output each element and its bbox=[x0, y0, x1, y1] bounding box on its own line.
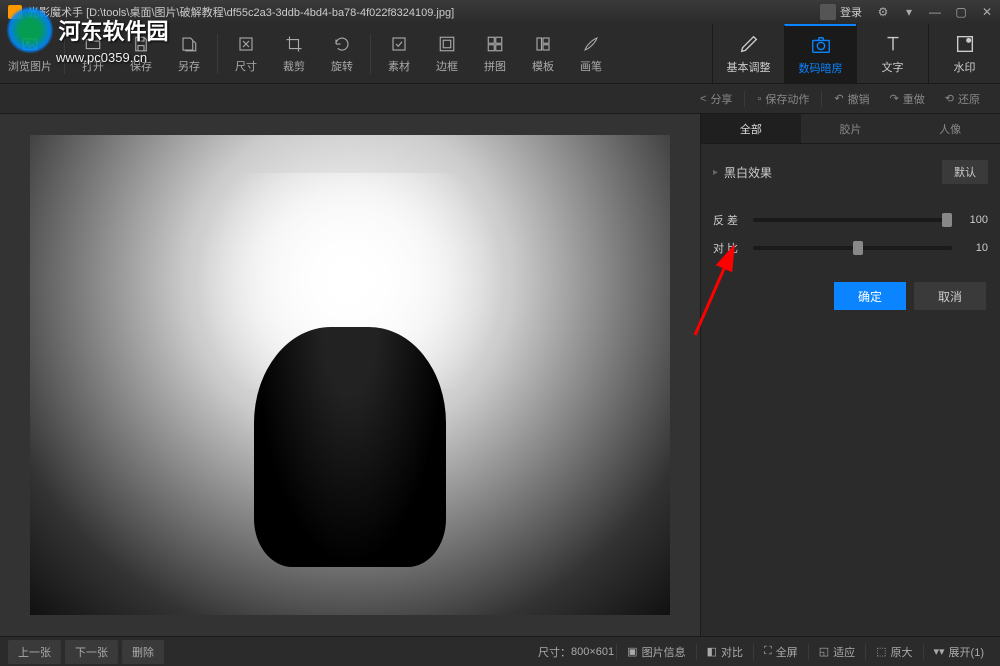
filter-tab-film[interactable]: 胶片 bbox=[801, 114, 901, 143]
size-button[interactable]: 尺寸 bbox=[222, 26, 270, 82]
brush-button[interactable]: 画笔 bbox=[567, 26, 615, 82]
expand-button[interactable]: ▾▾ 展开(1) bbox=[926, 644, 993, 660]
restore-button[interactable]: ⟲ 还原 bbox=[935, 91, 990, 107]
resize-icon bbox=[236, 34, 256, 54]
crop-button[interactable]: 裁剪 bbox=[270, 26, 318, 82]
chevron-down-icon: ▾▾ bbox=[934, 645, 945, 658]
contrast-slider-row: 反 差 100 bbox=[701, 206, 1000, 234]
contrast-value: 100 bbox=[960, 214, 988, 226]
tab-watermark[interactable]: 水印 bbox=[928, 24, 1000, 84]
secondary-bar: < 分享 ▫ 保存动作 ↶ 撤销 ↷ 重做 ⟲ 还原 bbox=[0, 84, 1000, 114]
chevron-right-icon: ▸ bbox=[713, 167, 718, 178]
fit-button[interactable]: ◱ 适应 bbox=[811, 644, 863, 660]
ratio-slider[interactable] bbox=[753, 246, 952, 250]
rotate-button[interactable]: 旋转 bbox=[318, 26, 366, 82]
tab-darkroom[interactable]: 数码暗房 bbox=[784, 24, 856, 84]
canvas-area[interactable] bbox=[0, 114, 700, 636]
material-button[interactable]: 素材 bbox=[375, 26, 423, 82]
prev-button[interactable]: 上一张 bbox=[8, 640, 61, 664]
compare-icon: ◧ bbox=[707, 645, 717, 658]
share-button[interactable]: < 分享 bbox=[690, 91, 742, 107]
info-icon: ▣ bbox=[627, 645, 637, 658]
effect-header[interactable]: ▸ 黑白效果 默认 bbox=[701, 154, 1000, 190]
text-icon bbox=[882, 33, 904, 55]
image-icon bbox=[20, 34, 40, 54]
delete-button[interactable]: 删除 bbox=[122, 640, 164, 664]
template-button[interactable]: 模板 bbox=[519, 26, 567, 82]
undo-icon: ↶ bbox=[834, 92, 843, 105]
template-icon bbox=[533, 34, 553, 54]
size-label: 尺寸： bbox=[538, 644, 571, 660]
watermark-icon bbox=[954, 33, 976, 55]
right-panel: 全部 胶片 人像 ▸ 黑白效果 默认 反 差 100 对 比 10 确定 取 bbox=[700, 114, 1000, 636]
tab-text[interactable]: 文字 bbox=[856, 24, 928, 84]
filter-tab-all[interactable]: 全部 bbox=[701, 114, 801, 143]
canvas-image bbox=[30, 135, 670, 615]
camera-icon bbox=[810, 34, 832, 56]
restore-icon: ⟲ bbox=[945, 92, 954, 105]
login-button[interactable]: 登录 bbox=[812, 4, 870, 20]
disk-icon: ▫ bbox=[757, 93, 761, 105]
titlebar: 光影魔术手 [D:\tools\桌面\图片\破解教程\df55c2a3-3ddb… bbox=[0, 0, 1000, 24]
next-button[interactable]: 下一张 bbox=[65, 640, 118, 664]
cancel-button[interactable]: 取消 bbox=[914, 282, 986, 310]
save-action-button[interactable]: ▫ 保存动作 bbox=[747, 91, 819, 107]
saveas-icon bbox=[179, 34, 199, 54]
ok-button[interactable]: 确定 bbox=[834, 282, 906, 310]
border-button[interactable]: 边框 bbox=[423, 26, 471, 82]
fullscreen-button[interactable]: ⛶ 全屏 bbox=[756, 644, 806, 660]
main-toolbar: 浏览图片 打开 保存 另存 尺寸 裁剪 旋转 素材 边框 拼图 模板 bbox=[0, 24, 1000, 84]
filter-tab-portrait[interactable]: 人像 bbox=[900, 114, 1000, 143]
dropdown-button[interactable]: ▾ bbox=[896, 0, 922, 24]
contrast-thumb[interactable] bbox=[942, 213, 952, 227]
original-button[interactable]: ⬚ 原大 bbox=[868, 644, 920, 660]
redo-button[interactable]: ↷ 重做 bbox=[880, 91, 935, 107]
statusbar: 上一张 下一张 删除 尺寸： 800×601 ▣ 图片信息 ◧ 对比 ⛶ 全屏 … bbox=[0, 636, 1000, 666]
effect-name: 黑白效果 bbox=[724, 164, 772, 181]
saveas-button[interactable]: 另存 bbox=[165, 26, 213, 82]
window-title: 光影魔术手 [D:\tools\桌面\图片\破解教程\df55c2a3-3ddb… bbox=[28, 4, 812, 20]
app-icon bbox=[8, 5, 22, 19]
default-button[interactable]: 默认 bbox=[942, 160, 988, 184]
original-icon: ⬚ bbox=[876, 645, 886, 658]
contrast-slider[interactable] bbox=[753, 218, 952, 222]
maximize-button[interactable]: ▢ bbox=[948, 0, 974, 24]
login-label: 登录 bbox=[840, 4, 862, 20]
folder-icon bbox=[83, 34, 103, 54]
ratio-slider-row: 对 比 10 bbox=[701, 234, 1000, 262]
crop-icon bbox=[284, 34, 304, 54]
contrast-label: 反 差 bbox=[713, 212, 745, 228]
compare-button[interactable]: ◧ 对比 bbox=[699, 644, 751, 660]
redo-icon: ↷ bbox=[890, 92, 899, 105]
brush-icon bbox=[581, 34, 601, 54]
collage-icon bbox=[485, 34, 505, 54]
save-icon bbox=[131, 34, 151, 54]
open-button[interactable]: 打开 bbox=[69, 26, 117, 82]
right-tabs: 基本调整 数码暗房 文字 水印 bbox=[712, 24, 1000, 84]
edit-icon bbox=[738, 33, 760, 55]
minimize-button[interactable]: — bbox=[922, 0, 948, 24]
browse-button[interactable]: 浏览图片 bbox=[0, 26, 60, 82]
fullscreen-icon: ⛶ bbox=[764, 645, 772, 658]
share-icon: < bbox=[700, 93, 706, 105]
material-icon bbox=[389, 34, 409, 54]
avatar-icon bbox=[820, 4, 836, 20]
save-button[interactable]: 保存 bbox=[117, 26, 165, 82]
close-button[interactable]: ✕ bbox=[974, 0, 1000, 24]
fit-icon: ◱ bbox=[819, 645, 829, 658]
size-value: 800×601 bbox=[571, 646, 614, 658]
tab-basic[interactable]: 基本调整 bbox=[712, 24, 784, 84]
ratio-label: 对 比 bbox=[713, 240, 745, 256]
border-icon bbox=[437, 34, 457, 54]
ratio-value: 10 bbox=[960, 242, 988, 254]
undo-button[interactable]: ↶ 撤销 bbox=[824, 91, 879, 107]
settings-button[interactable]: ⚙ bbox=[870, 0, 896, 24]
ratio-thumb[interactable] bbox=[853, 241, 863, 255]
info-button[interactable]: ▣ 图片信息 bbox=[619, 644, 693, 660]
rotate-icon bbox=[332, 34, 352, 54]
collage-button[interactable]: 拼图 bbox=[471, 26, 519, 82]
